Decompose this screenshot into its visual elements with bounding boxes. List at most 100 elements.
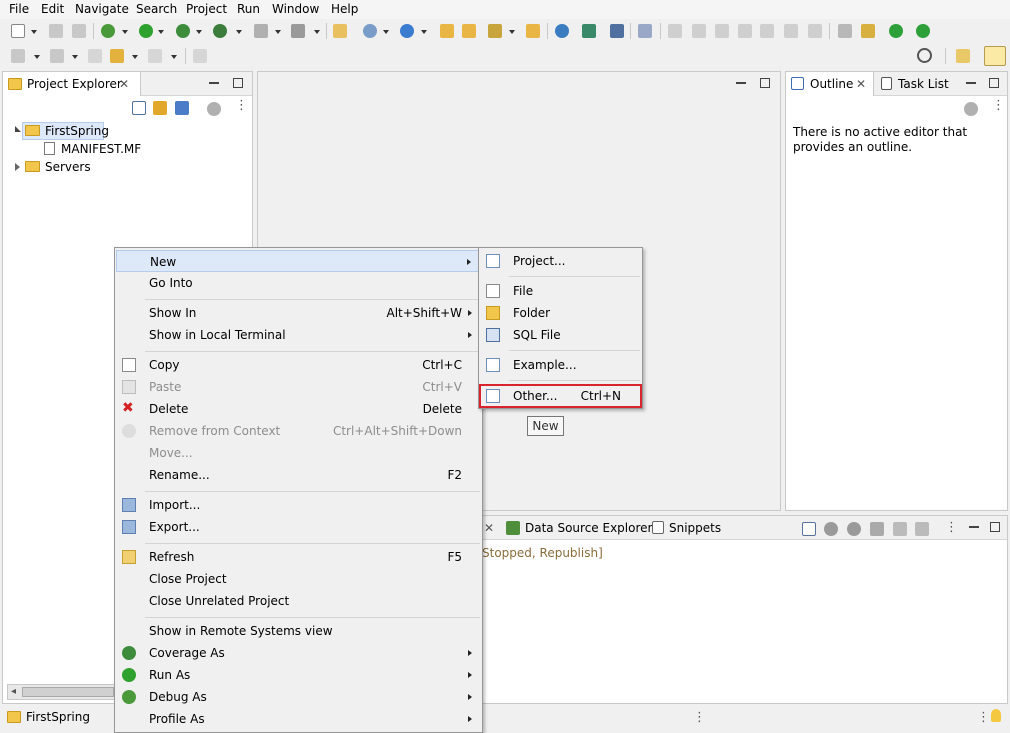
menu-window[interactable]: Window bbox=[272, 2, 319, 16]
previous-annotation-icon[interactable] bbox=[50, 49, 64, 63]
run-icon[interactable] bbox=[139, 24, 153, 38]
view-settings-icon[interactable] bbox=[964, 102, 978, 116]
coverage-icon[interactable] bbox=[176, 24, 190, 38]
maximize-icon[interactable] bbox=[990, 522, 1000, 532]
menu-item-close-project[interactable]: Close Project bbox=[116, 568, 481, 590]
chevron-down-icon[interactable] bbox=[171, 55, 177, 59]
tree-item-firstspring[interactable]: FirstSpring bbox=[3, 122, 123, 140]
view-menu-icon[interactable]: ⋮ bbox=[992, 99, 1005, 112]
menu-item-go-into[interactable]: Go Into bbox=[116, 272, 481, 294]
new-class-icon[interactable] bbox=[363, 24, 377, 38]
save-all-icon[interactable] bbox=[72, 24, 86, 38]
submenu-item-project[interactable]: Project... bbox=[480, 250, 641, 272]
power-icon[interactable] bbox=[889, 24, 903, 38]
terminal-icon[interactable] bbox=[610, 24, 624, 38]
maximize-icon[interactable] bbox=[233, 78, 243, 88]
menu-file[interactable]: File bbox=[9, 2, 29, 16]
submenu-item-folder[interactable]: Folder bbox=[480, 302, 641, 324]
minimize-icon[interactable] bbox=[966, 82, 976, 84]
chevron-down-icon[interactable] bbox=[122, 30, 128, 34]
maximize-icon[interactable] bbox=[989, 78, 999, 88]
collapse-arrow-icon[interactable] bbox=[15, 163, 20, 171]
close-icon[interactable]: ✕ bbox=[484, 521, 494, 535]
submenu-item-sql-file[interactable]: SQL File bbox=[480, 324, 641, 346]
java-ee-perspective-icon[interactable] bbox=[984, 46, 1006, 66]
menu-help[interactable]: Help bbox=[331, 2, 358, 16]
step-return-icon[interactable] bbox=[808, 24, 822, 38]
use-step-filters-icon[interactable] bbox=[838, 24, 852, 38]
menu-edit[interactable]: Edit bbox=[41, 2, 64, 16]
menu-item-new[interactable]: New bbox=[116, 250, 481, 272]
close-icon[interactable]: ✕ bbox=[856, 77, 866, 91]
chevron-down-icon[interactable] bbox=[132, 55, 138, 59]
minimize-icon[interactable] bbox=[736, 82, 746, 84]
suspend-icon[interactable] bbox=[692, 24, 706, 38]
stop-server-icon[interactable] bbox=[893, 522, 907, 536]
menu-run[interactable]: Run bbox=[237, 2, 260, 16]
menu-item-show-in[interactable]: Show In Alt+Shift+W bbox=[116, 302, 481, 324]
menu-item-copy[interactable]: Copy Ctrl+C bbox=[116, 354, 481, 376]
tree-item-servers[interactable]: Servers bbox=[3, 158, 123, 176]
tab-outline[interactable]: Outline ✕ bbox=[786, 72, 874, 96]
view-settings-icon[interactable] bbox=[207, 102, 221, 116]
maximize-icon[interactable] bbox=[760, 78, 770, 88]
open-task-icon[interactable] bbox=[462, 24, 476, 38]
collapse-all-icon[interactable] bbox=[132, 101, 146, 115]
open-folder-icon[interactable] bbox=[526, 24, 540, 38]
external-tools-icon[interactable] bbox=[291, 24, 305, 38]
menu-item-move[interactable]: Move... bbox=[116, 442, 481, 464]
forward-arrow-icon[interactable] bbox=[148, 49, 162, 63]
menu-item-remove-from-context[interactable]: Remove from Context Ctrl+Alt+Shift+Down bbox=[116, 420, 481, 442]
menu-search[interactable]: Search bbox=[136, 2, 177, 16]
menu-item-profile-as[interactable]: Profile As bbox=[116, 708, 481, 730]
menu-item-close-unrelated-project[interactable]: Close Unrelated Project bbox=[116, 590, 481, 612]
profile-server-icon[interactable] bbox=[870, 522, 884, 536]
globe-icon[interactable] bbox=[555, 24, 569, 38]
menu-item-rename[interactable]: Rename... F2 bbox=[116, 464, 481, 486]
terminate-icon[interactable] bbox=[715, 24, 729, 38]
link-with-editor-icon[interactable] bbox=[153, 101, 167, 115]
tab-project-explorer[interactable]: Project Explorer ✕ bbox=[3, 72, 141, 96]
submenu-item-other[interactable]: Other... Ctrl+N bbox=[479, 384, 642, 408]
debug-icon[interactable] bbox=[101, 24, 115, 38]
menu-item-refresh[interactable]: Refresh F5 bbox=[116, 546, 481, 568]
chevron-down-icon[interactable] bbox=[275, 30, 281, 34]
update-icon[interactable] bbox=[916, 24, 930, 38]
new-java-package-icon[interactable] bbox=[333, 24, 347, 38]
scrollbar-thumb[interactable] bbox=[22, 687, 114, 697]
menu-item-coverage-as[interactable]: Coverage As bbox=[116, 642, 481, 664]
stop-icon[interactable] bbox=[254, 24, 268, 38]
chevron-down-icon[interactable] bbox=[509, 30, 515, 34]
remote-icon[interactable] bbox=[582, 24, 596, 38]
pin-editor-icon[interactable] bbox=[193, 49, 207, 63]
open-type-icon[interactable] bbox=[440, 24, 454, 38]
submenu-item-file[interactable]: File bbox=[480, 280, 641, 302]
menu-item-delete[interactable]: ✖ Delete Delete bbox=[116, 398, 481, 420]
last-edit-icon[interactable] bbox=[88, 49, 102, 63]
open-perspective-icon[interactable] bbox=[956, 49, 970, 63]
menu-item-export[interactable]: Export... bbox=[116, 516, 481, 538]
scroll-left-icon[interactable]: ◂ bbox=[11, 686, 16, 697]
next-annotation-icon[interactable] bbox=[11, 49, 25, 63]
menu-item-paste[interactable]: Paste Ctrl+V bbox=[116, 376, 481, 398]
menu-item-run-as[interactable]: Run As bbox=[116, 664, 481, 686]
chevron-down-icon[interactable] bbox=[236, 30, 242, 34]
search-tool-icon[interactable] bbox=[488, 24, 502, 38]
minimize-icon[interactable] bbox=[209, 82, 219, 84]
horizontal-scrollbar[interactable]: ◂ bbox=[7, 684, 115, 700]
chevron-down-icon[interactable] bbox=[314, 30, 320, 34]
pin-icon[interactable] bbox=[638, 24, 652, 38]
collapse-all-icon[interactable] bbox=[802, 522, 816, 536]
filter-icon[interactable] bbox=[175, 101, 189, 115]
close-icon[interactable]: ✕ bbox=[119, 77, 129, 91]
chevron-down-icon[interactable] bbox=[72, 55, 78, 59]
submenu-item-example[interactable]: Example... bbox=[480, 354, 641, 376]
lightbulb-icon[interactable] bbox=[991, 709, 1001, 722]
tree-item-manifest[interactable]: MANIFEST.MF bbox=[3, 140, 163, 158]
chevron-down-icon[interactable] bbox=[34, 55, 40, 59]
menu-item-show-local-terminal[interactable]: Show in Local Terminal bbox=[116, 324, 481, 346]
disconnect-icon[interactable] bbox=[738, 24, 752, 38]
chevron-down-icon[interactable] bbox=[31, 30, 37, 34]
menu-item-debug-as[interactable]: Debug As bbox=[116, 686, 481, 708]
publish-icon[interactable] bbox=[915, 522, 929, 536]
